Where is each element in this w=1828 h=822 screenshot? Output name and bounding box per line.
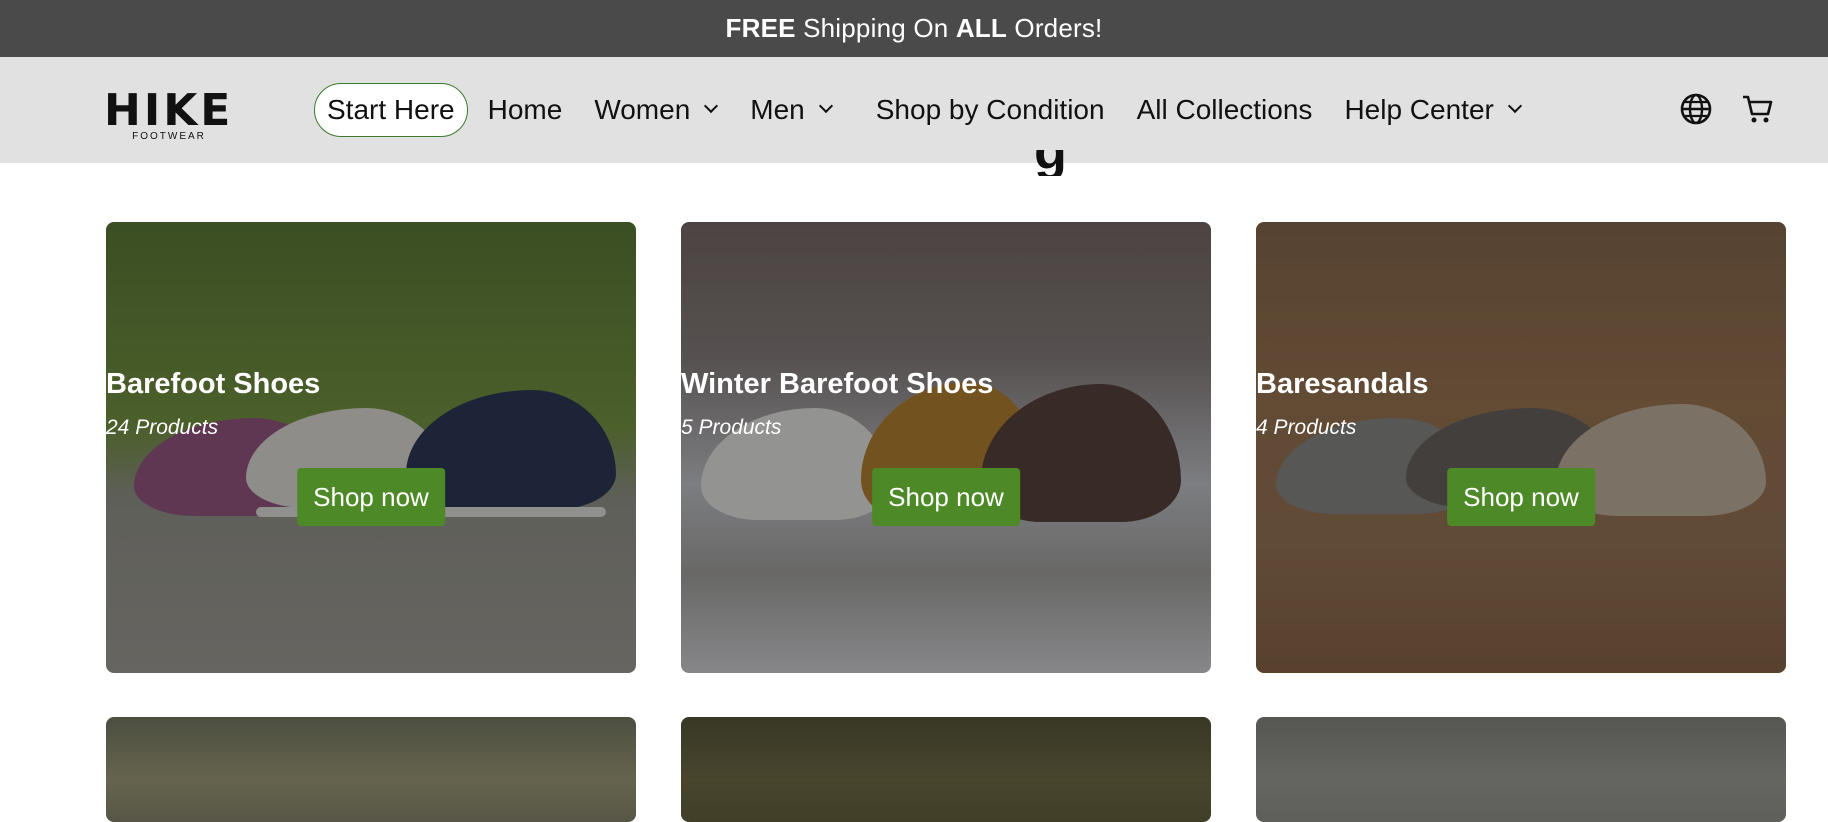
collection-count: 24 Products: [106, 416, 219, 439]
image-overlay: [681, 717, 1211, 822]
nav-shop-by-condition-label: Shop by Condition: [875, 94, 1105, 125]
nav-help-center-label: Help Center: [1344, 94, 1494, 125]
logo-wordmark: HIKE: [104, 85, 234, 136]
image-overlay: [106, 222, 636, 673]
collection-card-partial[interactable]: [106, 717, 636, 822]
nav-all-collections-label: All Collections: [1136, 94, 1313, 125]
nav-start-here[interactable]: Start Here: [314, 83, 468, 137]
collection-title[interactable]: Baresandals: [1256, 368, 1786, 401]
nav-women[interactable]: Women: [594, 83, 719, 137]
shop-now-button[interactable]: Shop now: [1447, 468, 1595, 526]
collection-card-winter-barefoot-shoes[interactable]: Winter Barefoot Shoes 5 Products Shop no…: [681, 222, 1211, 673]
collection-title[interactable]: Barefoot Shoes: [106, 368, 636, 401]
announcement-bar: FREE Shipping On ALL Orders!: [0, 0, 1828, 57]
image-overlay: [1256, 717, 1786, 822]
collection-title[interactable]: Winter Barefoot Shoes: [681, 368, 1211, 401]
image-overlay: [681, 222, 1211, 673]
announcement-bold-all: ALL: [955, 13, 1007, 43]
image-overlay: [1256, 222, 1786, 673]
shop-now-button[interactable]: Shop now: [872, 468, 1020, 526]
main-nav: Start Here Home Women Men Shop by Condit…: [314, 83, 1522, 137]
globe-icon[interactable]: [1678, 91, 1714, 127]
collection-card-partial[interactable]: [1256, 717, 1786, 822]
shop-now-button[interactable]: Shop now: [297, 468, 445, 526]
site-header: HIKE FOOTWEAR Start Here Home Women Men …: [0, 57, 1828, 163]
logo[interactable]: HIKE FOOTWEAR: [104, 85, 238, 143]
section-heading-glyph: g: [1034, 150, 1067, 176]
announcement-text-orders: Orders!: [1006, 13, 1103, 43]
nav-home-label: Home: [487, 94, 563, 125]
chevron-down-icon: [704, 98, 719, 114]
nav-women-label: Women: [594, 94, 691, 125]
chevron-down-icon: [1507, 98, 1522, 114]
nav-help-center[interactable]: Help Center: [1344, 83, 1522, 137]
collection-count: 4 Products: [1256, 416, 1357, 439]
header-icons: [1678, 91, 1776, 127]
nav-start-here-label: Start Here: [327, 94, 455, 125]
nav-men-label: Men: [750, 94, 805, 125]
section-heading-fragment: g: [1034, 150, 1076, 176]
nav-men[interactable]: Men: [750, 83, 833, 137]
announcement-text-shipping: Shipping On: [795, 13, 956, 43]
collection-card-baresandals[interactable]: Baresandals 4 Products Shop now: [1256, 222, 1786, 673]
nav-all-collections[interactable]: All Collections: [1137, 83, 1313, 137]
announcement-bold-free: FREE: [725, 13, 796, 43]
collection-count: 5 Products: [681, 416, 782, 439]
collection-card-partial[interactable]: [681, 717, 1211, 822]
chevron-down-icon: [818, 98, 833, 114]
image-overlay: [106, 717, 636, 822]
nav-home[interactable]: Home: [488, 83, 563, 137]
nav-shop-by-condition[interactable]: Shop by Condition: [876, 83, 1105, 137]
cart-icon[interactable]: [1740, 91, 1776, 127]
collection-card-barefoot-shoes[interactable]: Barefoot Shoes 24 Products Shop now: [106, 222, 636, 673]
